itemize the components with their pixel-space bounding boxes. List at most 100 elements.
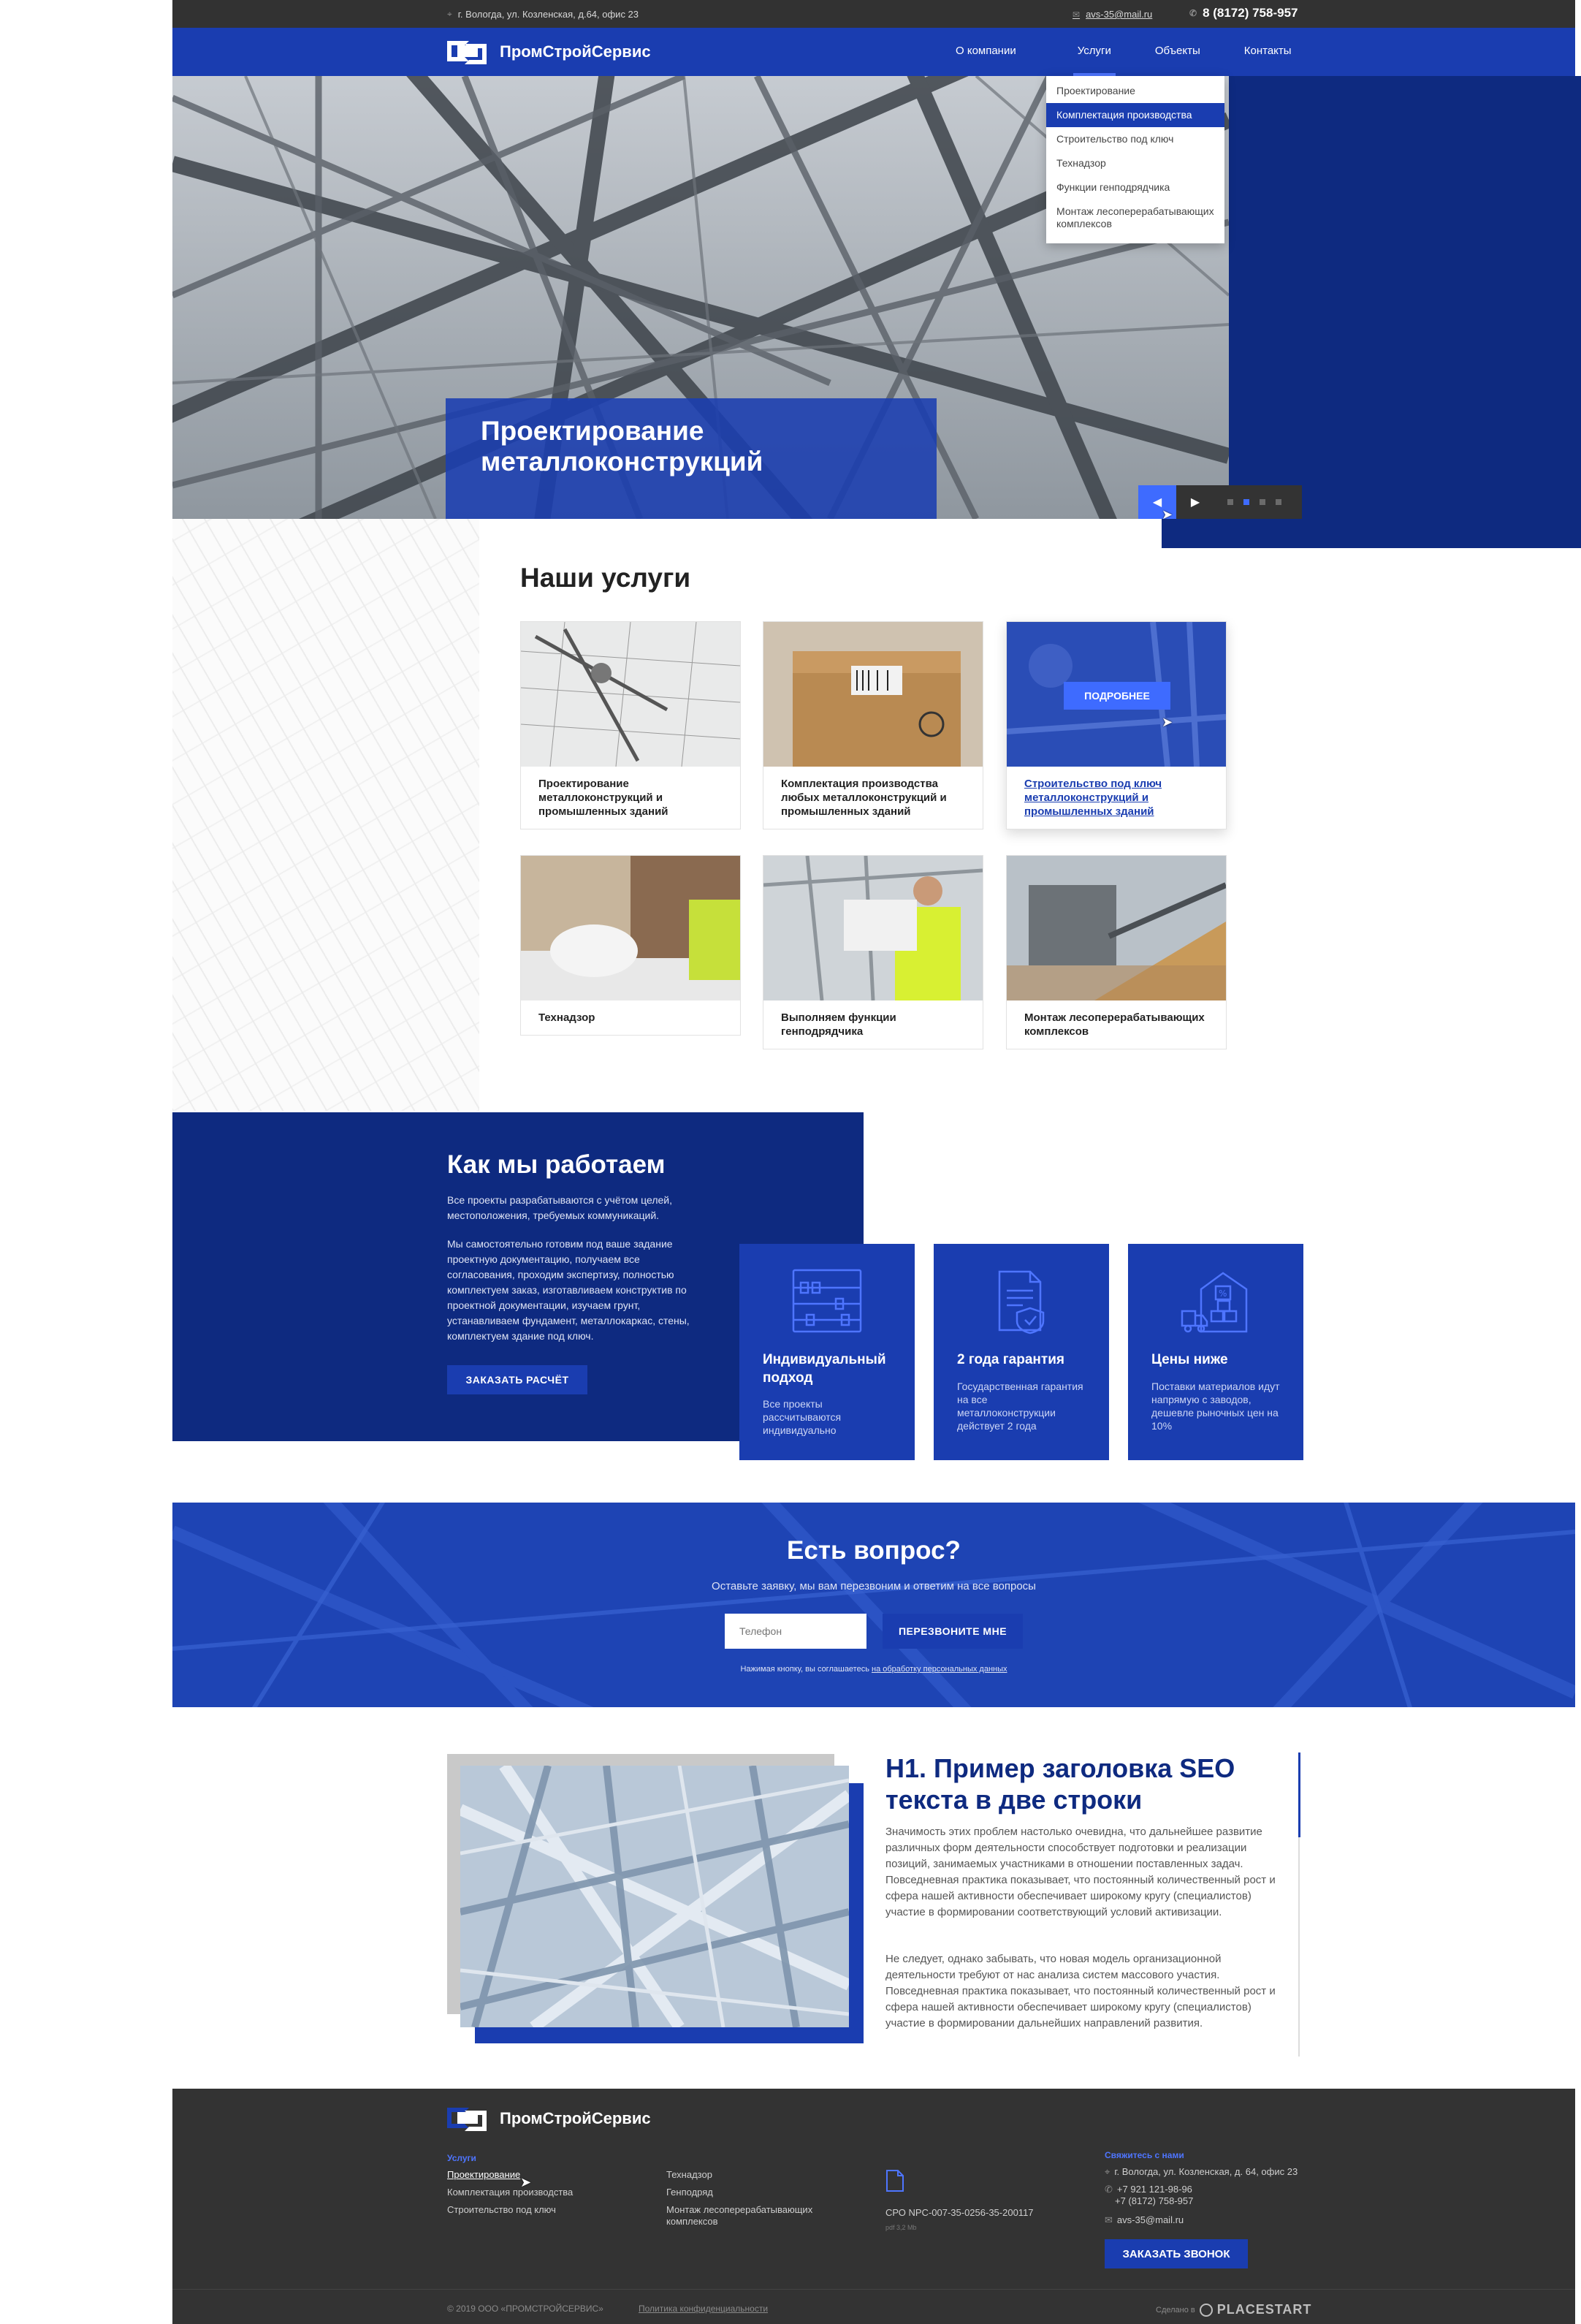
service-card-sawmill[interactable]: Монтаж лесоперерабатывающих комплексов xyxy=(1006,855,1227,1049)
footer-link-design[interactable]: Проектирование xyxy=(447,2169,520,2181)
mail-icon: ✉ xyxy=(1073,9,1081,20)
slider-dot[interactable] xyxy=(1260,499,1265,505)
top-phone[interactable]: ✆ 8 (8172) 758-957 xyxy=(1189,6,1298,20)
question-title: Есть вопрос? xyxy=(787,1536,961,1565)
service-image-blueprint xyxy=(521,622,740,767)
privacy-link[interactable]: Политика конфиденциальности xyxy=(639,2304,768,2314)
top-email-text[interactable]: avs-35@mail.ru xyxy=(1086,9,1152,20)
warehouse-truck-icon: % xyxy=(1181,1272,1248,1333)
how-paragraph-2: Мы самостоятельно готовим под ваше задан… xyxy=(447,1238,690,1342)
logo-mark-icon xyxy=(447,2105,489,2133)
callback-button[interactable]: ПЕРЕЗВОНИТЕ МНЕ xyxy=(883,1614,1023,1649)
nav-item-contacts[interactable]: Контакты xyxy=(1222,28,1314,76)
footer-email-text[interactable]: avs-35@mail.ru xyxy=(1117,2214,1184,2225)
slider-dot[interactable] xyxy=(1276,499,1281,505)
cursor-icon: ➤ xyxy=(1162,715,1173,729)
service-card-title[interactable]: Комплектация производства любых металлок… xyxy=(763,767,983,829)
feature-title: 2 года гарантия xyxy=(957,1352,1064,1367)
slider-dot-active[interactable] xyxy=(1243,499,1249,505)
service-card-general-contractor[interactable]: Выполняем функции генподрядчика xyxy=(763,855,983,1049)
more-button[interactable]: ПОДРОБНЕЕ xyxy=(1064,682,1170,710)
footer-phone-2[interactable]: +7 (8172) 758-957 xyxy=(1115,2195,1193,2207)
question-section: Есть вопрос? Оставьте заявку, мы вам пер… xyxy=(172,1503,1575,1707)
footer-link-sawmill[interactable]: Монтаж лесоперерабатывающих комплексов xyxy=(666,2204,834,2228)
services-title: Наши услуги xyxy=(520,563,691,593)
dropdown-item-general-contractor[interactable]: Функции генподрядчика xyxy=(1046,175,1224,200)
service-card-title[interactable]: Проектирование металлоконструкций и пром… xyxy=(521,767,740,829)
question-background xyxy=(172,1503,1575,1707)
dropdown-item-turnkey[interactable]: Строительство под ключ xyxy=(1046,127,1224,151)
top-phone-text[interactable]: 8 (8172) 758-957 xyxy=(1203,6,1298,20)
feature-title: Индивидуальный подход xyxy=(763,1352,886,1386)
sro-number[interactable]: СРО NPC-007-35-0256-35-200117 xyxy=(885,2207,1034,2219)
dropdown-item-design[interactable]: Проектирование xyxy=(1046,79,1224,103)
consent-note: Нажимая кнопку, вы соглашаетесь на обраб… xyxy=(172,1665,1575,1674)
logo-text: ПромСтройСервис xyxy=(500,42,651,61)
page: ⌖ г. Вологда, ул. Козленская, д.64, офис… xyxy=(0,0,1581,2324)
phone-input[interactable] xyxy=(725,1614,866,1649)
seo-image xyxy=(460,1766,849,2027)
footer: ПромСтройСервис Услуги Проектирование Ко… xyxy=(172,2089,1575,2324)
consent-link[interactable]: на обработку персональных данных xyxy=(872,1665,1007,1674)
service-image-helmet xyxy=(521,856,740,1000)
footer-address: ⌖ г. Вологда, ул. Козленская, д. 64, офис… xyxy=(1105,2166,1298,2178)
slider-dots xyxy=(1227,499,1281,505)
feature-prices: % Цены ниже Поставки материалов идут нап… xyxy=(1128,1244,1303,1460)
slider-dot[interactable] xyxy=(1227,499,1233,505)
location-pin-icon: ⌖ xyxy=(1105,2166,1110,2177)
how-title: Как мы работаем xyxy=(447,1150,666,1179)
made-by[interactable]: Сделано в PLACESTART xyxy=(1156,2302,1311,2317)
footer-link-turnkey[interactable]: Строительство под ключ xyxy=(447,2204,556,2216)
file-icon[interactable] xyxy=(885,2169,904,2192)
footer-phone-1[interactable]: +7 921 121-98-96 xyxy=(1117,2184,1192,2195)
logo[interactable]: ПромСтройСервис xyxy=(447,38,651,66)
service-card-title[interactable]: Технадзор xyxy=(521,1000,740,1035)
dropdown-item-supervision[interactable]: Технадзор xyxy=(1046,151,1224,175)
feature-text: Поставки материалов идут напрямую с заво… xyxy=(1151,1381,1280,1432)
service-image-boxes xyxy=(763,622,983,767)
how-paragraph-1: Все проекты разрабатываются с учётом цел… xyxy=(447,1194,673,1221)
order-call-button[interactable]: ЗАКАЗАТЬ ЗВОНОК xyxy=(1105,2239,1248,2268)
footer-link-equipment[interactable]: Комплектация производства xyxy=(447,2187,573,2198)
service-image-worker xyxy=(763,856,983,1000)
nav-item-services[interactable]: Услуги xyxy=(1056,28,1133,76)
footer-link-general-contract[interactable]: Генподряд xyxy=(666,2187,713,2198)
service-card-turnkey[interactable]: ПОДРОБНЕЕ Строительство под ключ металло… xyxy=(1006,621,1227,829)
footer-services-heading: Услуги xyxy=(447,2153,476,2163)
service-card-supervision[interactable]: Технадзор xyxy=(520,855,741,1036)
nav-item-about[interactable]: О компании xyxy=(934,28,1038,76)
document-shield-icon xyxy=(998,1270,1045,1334)
footer-address-text: г. Вологда, ул. Козленская, д. 64, офис … xyxy=(1114,2166,1298,2177)
service-card-title[interactable]: Выполняем функции генподрядчика xyxy=(763,1000,983,1049)
dropdown-item-equipment[interactable]: Комплектация производства xyxy=(1046,103,1224,127)
decorative-pattern xyxy=(172,519,479,1111)
top-email[interactable]: ✉ avs-35@mail.ru xyxy=(1073,9,1152,20)
service-image-sawmill xyxy=(1007,856,1226,1000)
phone-icon: ✆ xyxy=(1105,2184,1113,2195)
cursor-icon: ➤ xyxy=(1162,507,1173,522)
nav-item-objects[interactable]: Объекты xyxy=(1133,28,1222,76)
slider-next-button[interactable]: ▶ xyxy=(1176,485,1214,519)
service-card-title[interactable]: Монтаж лесоперерабатывающих комплексов xyxy=(1007,1000,1226,1049)
service-card-equipment[interactable]: Комплектация производства любых металлок… xyxy=(763,621,983,829)
footer-link-supervision[interactable]: Технадзор xyxy=(666,2169,712,2181)
order-calculation-button[interactable]: ЗАКАЗАТЬ РАСЧЁТ xyxy=(447,1365,587,1394)
hero-side-panel xyxy=(1229,76,1581,548)
footer-email: ✉ avs-35@mail.ru xyxy=(1105,2214,1184,2226)
service-card-design[interactable]: Проектирование металлоконструкций и пром… xyxy=(520,621,741,829)
feature-text: Государственная гарантия на все металлок… xyxy=(957,1381,1083,1432)
top-address: ⌖ г. Вологда, ул. Козленская, д.64, офис… xyxy=(447,9,639,20)
service-card-title[interactable]: Строительство под ключ металлоконструкци… xyxy=(1007,767,1226,829)
feature-title: Цены ниже xyxy=(1151,1352,1228,1367)
consent-text: Нажимая кнопку, вы соглашаетесь xyxy=(740,1665,869,1674)
footer-logo[interactable]: ПромСтройСервис xyxy=(447,2105,651,2133)
logo-mark-icon xyxy=(447,38,489,66)
services-dropdown: Проектирование Комплектация производства… xyxy=(1046,76,1224,243)
footer-logo-text: ПромСтройСервис xyxy=(500,2109,651,2127)
cursor-icon: ➤ xyxy=(520,2175,532,2190)
placestart-logo-icon xyxy=(1199,2303,1213,2317)
footer-phones: ✆ +7 921 121-98-96 xyxy=(1105,2184,1192,2195)
feature-text: Все проекты рассчитываются индивидуально xyxy=(763,1398,842,1436)
dropdown-item-sawmill[interactable]: Монтаж лесоперерабатывающих комплексов xyxy=(1046,200,1224,236)
seo-image-block xyxy=(447,1754,864,2043)
